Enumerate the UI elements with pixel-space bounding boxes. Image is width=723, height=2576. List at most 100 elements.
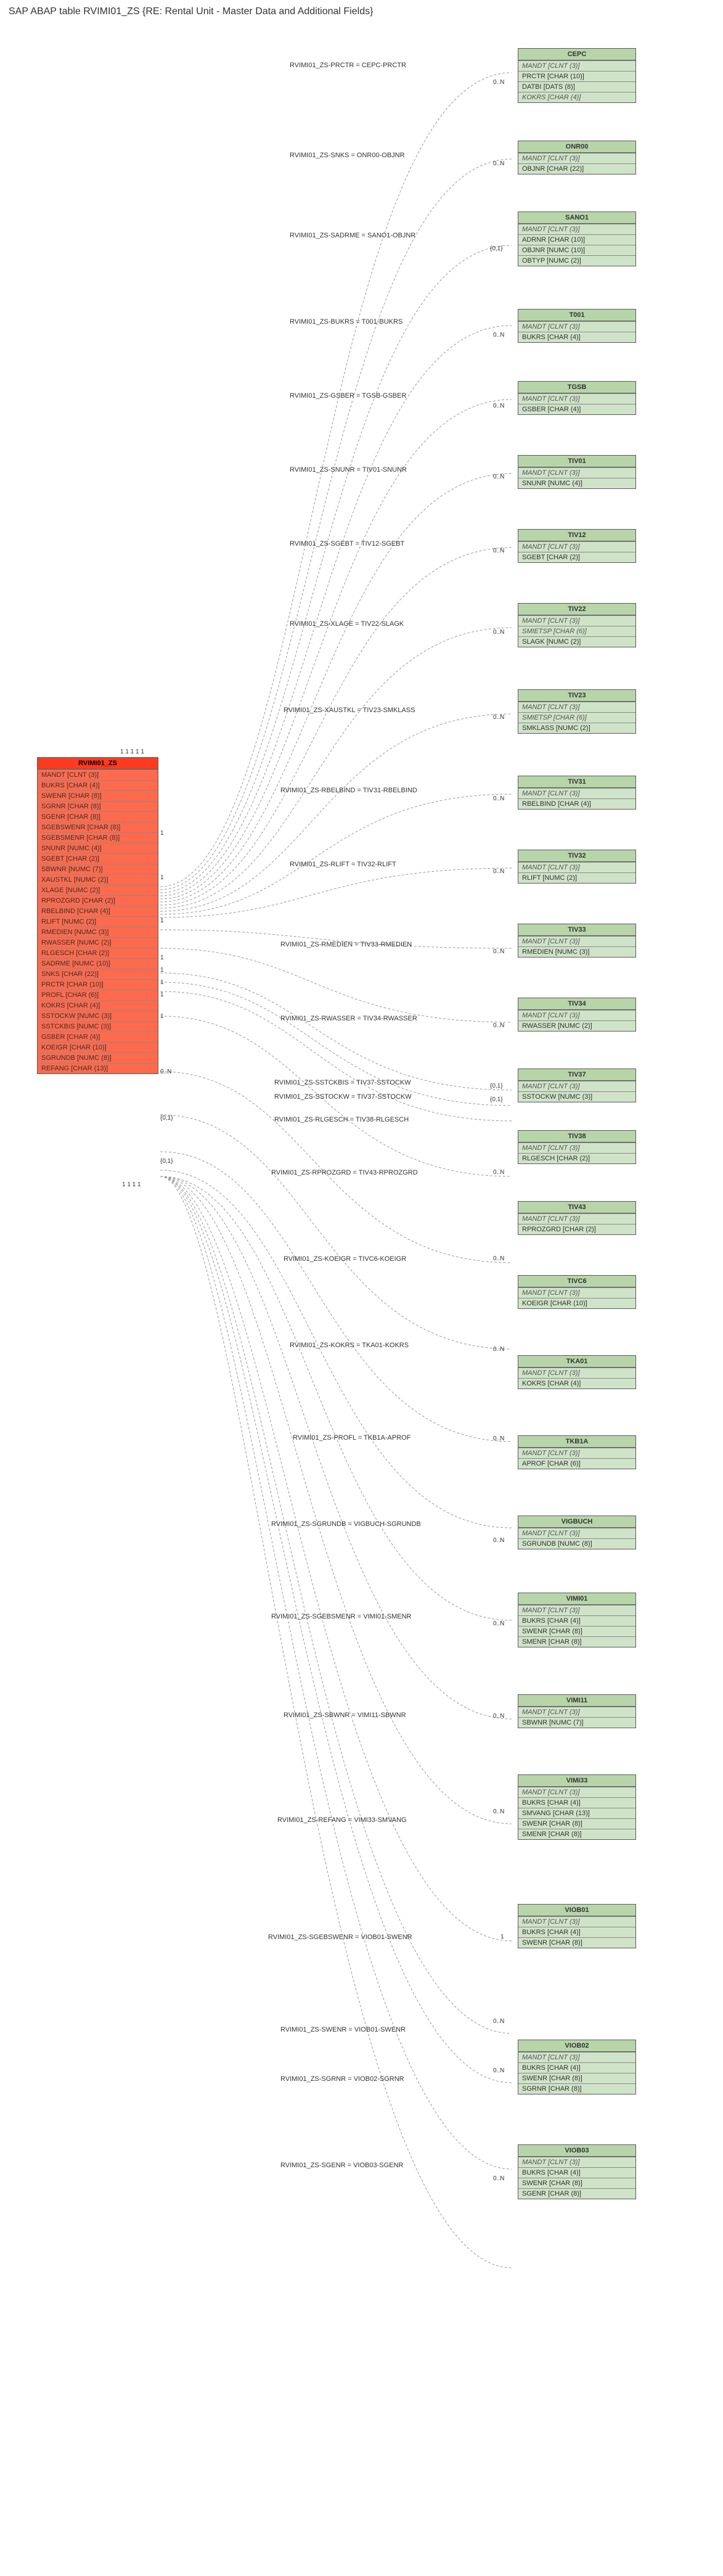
relation-label: RVIMI01_ZS-PROFL = TKB1A-APROF	[293, 1434, 411, 1442]
ref-table-cepc: CEPC MANDT [CLNT (3)] PRCTR [CHAR (10)] …	[518, 48, 636, 103]
cardinality: 0..N	[493, 332, 504, 338]
cardinality: 0..N	[493, 160, 504, 167]
main-table: RVIMI01_ZS MANDT [CLNT (3)] BUKRS [CHAR …	[37, 757, 158, 1074]
relation-label: RVIMI01_ZS-XLAGE = TIV22-SLAGK	[290, 620, 404, 628]
multiplicity: 1	[160, 1013, 164, 1020]
ref-table-t001: T001 MANDT [CLNT (3)] BUKRS [CHAR (4)]	[518, 309, 636, 343]
ref-field: RBELBIND [CHAR (4)]	[518, 798, 635, 809]
relation-label: RVIMI01_ZS-BUKRS = T001-BUKRS	[290, 318, 402, 326]
ref-table-name: VIMI11	[518, 1695, 635, 1707]
ref-field: MANDT [CLNT (3)]	[518, 1787, 635, 1797]
ref-table-name: VIOB02	[518, 2040, 635, 2052]
ref-field: SWENR [CHAR (8)]	[518, 2073, 635, 2083]
relation-label: RVIMI01_ZS-SGEBSMENR = VIMI01-SMENR	[271, 1613, 412, 1620]
ref-field: SLAGK [NUMC (2)]	[518, 636, 635, 647]
ref-table-tiv33: TIV33 MANDT [CLNT (3)] RMEDIEN [NUMC (3)…	[518, 924, 636, 958]
ref-field: MANDT [CLNT (3)]	[518, 1142, 635, 1153]
ref-table-name: TIV31	[518, 776, 635, 788]
ref-table-tgsb: TGSB MANDT [CLNT (3)] GSBER [CHAR (4)]	[518, 381, 636, 415]
ref-field: MANDT [CLNT (3)]	[518, 1916, 635, 1927]
main-field: REFANG [CHAR (13)]	[38, 1063, 158, 1073]
ref-field: RLIFT [NUMC (2)]	[518, 872, 635, 883]
ref-table-vigbuch: VIGBUCH MANDT [CLNT (3)] SGRUNDB [NUMC (…	[518, 1516, 636, 1549]
relation-label: RVIMI01_ZS-SWENR = VIOB01-SWENR	[280, 2026, 406, 2033]
relation-label: RVIMI01_ZS-RWASSER = TIV34-RWASSER	[280, 1015, 417, 1022]
relation-label: RVIMI01_ZS-SGENR = VIOB03-SGENR	[280, 2162, 403, 2169]
cardinality: 0..N	[493, 403, 504, 409]
ref-table-name: TIV34	[518, 998, 635, 1010]
ref-field: KOKRS [CHAR (4)]	[518, 1378, 635, 1388]
relation-label: RVIMI01_ZS-SGRUNDB = VIGBUCH-SGRUNDB	[271, 1520, 421, 1528]
cardinality: 0..N	[493, 1537, 504, 1544]
ref-field: DATBI [DATS (8)]	[518, 81, 635, 92]
ref-field: BUKRS [CHAR (4)]	[518, 2062, 635, 2073]
relation-label: RVIMI01_ZS-KOEIGR = TIVC6-KOEIGR	[284, 1255, 406, 1263]
ref-field: MANDT [CLNT (3)]	[518, 1213, 635, 1224]
ref-field: SGEBT [CHAR (2)]	[518, 552, 635, 562]
relation-label: RVIMI01_ZS-XAUSTKL = TIV23-SMKLASS	[284, 707, 415, 714]
ref-field: SWENR [CHAR (8)]	[518, 1937, 635, 1948]
relation-label: RVIMI01_ZS-SADRME = SANO1-OBJNR	[290, 232, 415, 239]
ref-table-tiv31: TIV31 MANDT [CLNT (3)] RBELBIND [CHAR (4…	[518, 776, 636, 810]
ref-table-onr00: ONR00 MANDT [CLNT (3)] OBJNR [CHAR (22)]	[518, 141, 636, 174]
ref-table-name: TIV01	[518, 456, 635, 467]
relation-label: RVIMI01_ZS-RBELBIND = TIV31-RBELBIND	[280, 787, 417, 794]
relation-label: RVIMI01_ZS-SGRNR = VIOB02-SGRNR	[280, 2075, 404, 2083]
cardinality: 0..N	[493, 1435, 504, 1442]
ref-table-vimi33: VIMI33 MANDT [CLNT (3)] BUKRS [CHAR (4)]…	[518, 1774, 636, 1840]
multiplicity-cluster-bottom: 1 1 1 1	[122, 1181, 141, 1188]
ref-table-name: TIVC6	[518, 1276, 635, 1287]
relation-label: RVIMI01_ZS-SSTOCKW = TIV37-SSTOCKW	[274, 1093, 412, 1101]
ref-table-name: TIV43	[518, 1202, 635, 1213]
cardinality: 0..N	[493, 1169, 504, 1176]
ref-field: SWENR [CHAR (8)]	[518, 1818, 635, 1829]
main-table-name: RVIMI01_ZS	[38, 758, 158, 769]
ref-field: MANDT [CLNT (3)]	[518, 224, 635, 234]
multiplicity: 1	[160, 917, 164, 924]
cardinality: 0..N	[493, 1022, 504, 1029]
ref-field: MANDT [CLNT (3)]	[518, 1448, 635, 1458]
cardinality: 0..N	[493, 1346, 504, 1353]
ref-table-tivc6: TIVC6 MANDT [CLNT (3)] KOEIGR [CHAR (10)…	[518, 1275, 636, 1309]
ref-table-name: CEPC	[518, 49, 635, 60]
ref-field: OBTYP [NUMC (2)]	[518, 255, 635, 266]
ref-table-tiv37: TIV37 MANDT [CLNT (3)] SSTOCKW [NUMC (3)…	[518, 1069, 636, 1102]
relation-label: RVIMI01_ZS-RMEDIEN = TIV33-RMEDIEN	[280, 941, 412, 948]
relation-label: RVIMI01_ZS-RPROZGRD = TIV43-RPROZGRD	[271, 1169, 418, 1176]
ref-field: MANDT [CLNT (3)]	[518, 1528, 635, 1538]
ref-table-vimi11: VIMI11 MANDT [CLNT (3)] SBWNR [NUMC (7)]	[518, 1694, 636, 1728]
ref-field: OBJNR [NUMC (10)]	[518, 245, 635, 255]
cardinality: 0..N	[493, 548, 504, 554]
ref-field: ADRNR [CHAR (10)]	[518, 234, 635, 245]
ref-field: SMENR [CHAR (8)]	[518, 1636, 635, 1647]
cardinality: 0..N	[493, 2175, 504, 2182]
ref-field: MANDT [CLNT (3)]	[518, 1010, 635, 1020]
relation-label: RVIMI01_ZS-REFANG = VIMI33-SMVANG	[277, 1816, 407, 1824]
main-field: SNUNR [NUMC (4)]	[38, 843, 158, 853]
ref-table-vimi01: VIMI01 MANDT [CLNT (3)] BUKRS [CHAR (4)]…	[518, 1593, 636, 1647]
ref-field: BUKRS [CHAR (4)]	[518, 1927, 635, 1937]
main-field: KOEIGR [CHAR (10)]	[38, 1042, 158, 1052]
main-field: SBWNR [NUMC (7)]	[38, 864, 158, 874]
ref-field: BUKRS [CHAR (4)]	[518, 1615, 635, 1626]
ref-field: MANDT [CLNT (3)]	[518, 393, 635, 404]
ref-field: RMEDIEN [NUMC (3)]	[518, 946, 635, 957]
main-field: SADRME [NUMC (10)]	[38, 958, 158, 969]
ref-field: MANDT [CLNT (3)]	[518, 936, 635, 946]
relation-label: RVIMI01_ZS-RLGESCH = TIV38-RLGESCH	[274, 1116, 409, 1123]
main-field: SGRNR [CHAR (8)]	[38, 801, 158, 811]
main-field: SNKS [CHAR (22)]	[38, 969, 158, 979]
ref-field: OBJNR [CHAR (22)]	[518, 163, 635, 174]
ref-field: MANDT [CLNT (3)]	[518, 60, 635, 71]
ref-table-name: VIOB03	[518, 2145, 635, 2157]
cardinality: 0..N	[493, 795, 504, 802]
cardinality: 0..N	[493, 474, 504, 480]
ref-field: MANDT [CLNT (3)]	[518, 615, 635, 626]
ref-field: MANDT [CLNT (3)]	[518, 788, 635, 798]
ref-table-tiv12: TIV12 MANDT [CLNT (3)] SGEBT [CHAR (2)]	[518, 529, 636, 563]
cardinality: {0,1}	[490, 1096, 503, 1103]
page-title: SAP ABAP table RVIMI01_ZS {RE: Rental Un…	[0, 0, 723, 23]
main-field: SSTOCKW [NUMC (3)]	[38, 1011, 158, 1021]
main-field: XAUSTKL [NUMC (2)]	[38, 874, 158, 885]
main-field: SSTCKBIS [NUMC (3)]	[38, 1021, 158, 1032]
